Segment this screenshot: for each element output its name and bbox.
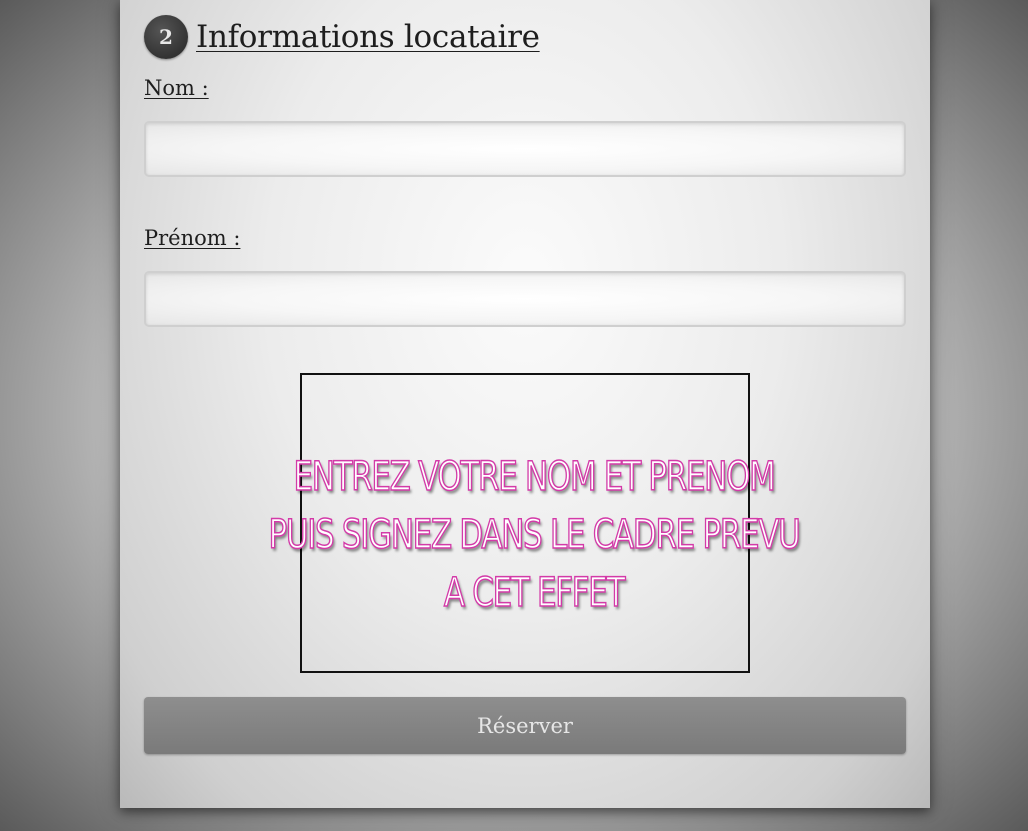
- nom-input[interactable]: [144, 121, 906, 177]
- booking-form-panel: 2 Informations locataire Nom : Prénom : …: [120, 0, 930, 808]
- reserve-button[interactable]: Réserver: [144, 697, 906, 754]
- nom-label: Nom :: [144, 76, 209, 100]
- section-header: 2 Informations locataire: [144, 14, 540, 60]
- prenom-label: Prénom :: [144, 226, 241, 250]
- signature-pad[interactable]: [300, 373, 750, 673]
- step-number-badge: 2: [144, 15, 188, 59]
- section-title: Informations locataire: [196, 19, 540, 55]
- prenom-input[interactable]: [144, 271, 906, 327]
